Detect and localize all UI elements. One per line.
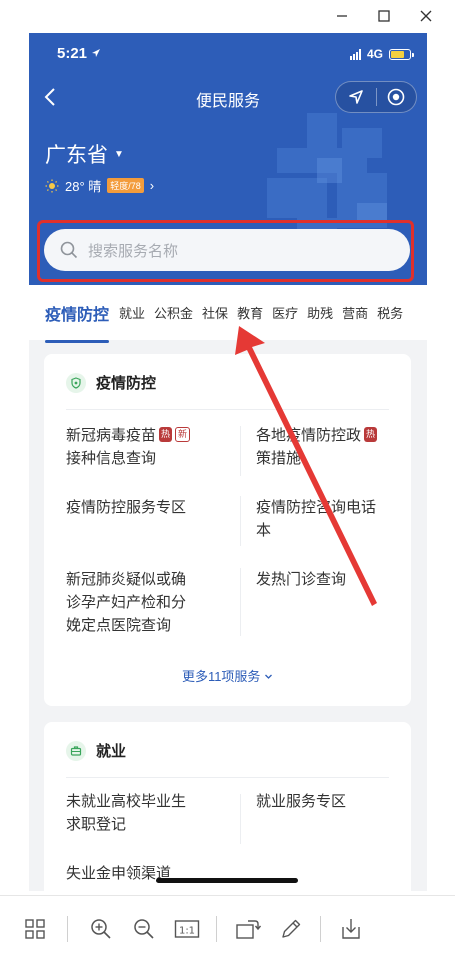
phone-screen: 5:21 4G 便民服务 广东省 ▼ 28° 晴 轻度/78 › 搜索服务名称 … (29, 33, 427, 891)
weather-info[interactable]: 28° 晴 轻度/78 › (45, 176, 154, 195)
thumbnail-grid-button[interactable] (22, 916, 48, 942)
aqi-badge: 轻度/78 (107, 178, 144, 193)
actual-size-button[interactable]: 1:1 (174, 916, 200, 942)
minimize-icon (337, 15, 347, 17)
chevron-down-icon (265, 674, 273, 679)
header-banner: 5:21 4G 便民服务 广东省 ▼ 28° 晴 轻度/78 › 搜索服务名称 (29, 33, 427, 285)
maximize-icon (378, 10, 390, 22)
tab-tax[interactable]: 税务 (377, 303, 412, 322)
search-placeholder: 搜索服务名称 (88, 242, 179, 260)
maximize-button[interactable] (363, 0, 405, 32)
tab-housing-fund[interactable]: 公积金 (154, 303, 202, 322)
service-graduate-registration[interactable]: 未就业高校毕业生 求职登记 (66, 790, 186, 836)
search-icon (60, 241, 78, 259)
sun-icon (45, 179, 59, 192)
service-local-policies[interactable]: 各地疫情防控政热 策措施 (256, 424, 378, 470)
tab-social-security[interactable]: 社保 (202, 303, 237, 322)
rotate-icon (236, 920, 261, 939)
edit-icon (282, 919, 301, 938)
tab-medical[interactable]: 医疗 (272, 303, 307, 322)
svg-text:1:1: 1:1 (179, 926, 195, 937)
zoom-out-button[interactable] (131, 916, 157, 942)
card-header: 就业 (66, 740, 126, 761)
viewer-toolbar: 1:1 (0, 895, 455, 973)
target-icon (387, 88, 405, 106)
caret-down-icon: ▼ (114, 148, 124, 160)
tab-business[interactable]: 营商 (342, 303, 377, 322)
window-controls (321, 0, 455, 32)
zoom-in-button[interactable] (88, 916, 114, 942)
minimize-button[interactable] (321, 0, 363, 32)
more-services-link[interactable]: 更多11项服务 (44, 666, 411, 685)
region-name: 广东省 (45, 144, 108, 167)
category-tabs: 疫情防控 就业 公积金 社保 教育 医疗 助残 营商 税务 (29, 285, 427, 343)
card-header: 疫情防控 (66, 372, 156, 393)
service-fever-clinic[interactable]: 发热门诊查询 (256, 568, 346, 591)
zoom-out-icon (134, 919, 154, 939)
weather-temp: 28° 晴 (65, 179, 102, 194)
tab-disability[interactable]: 助残 (307, 303, 342, 322)
location-arrow-icon (92, 49, 101, 57)
miniapp-capsule (335, 81, 417, 113)
location-button[interactable] (336, 82, 376, 112)
service-employment-zone[interactable]: 就业服务专区 (256, 790, 346, 813)
grid-icon (25, 919, 45, 939)
edit-button[interactable] (278, 916, 304, 942)
status-indicators: 4G (349, 47, 414, 61)
status-time: 5:21 (57, 45, 101, 62)
tab-epidemic[interactable]: 疫情防控 (45, 301, 119, 343)
card-title: 疫情防控 (96, 375, 157, 392)
signal-icon (349, 48, 361, 60)
download-button[interactable] (338, 916, 364, 942)
download-icon (342, 919, 360, 939)
service-epidemic-zone[interactable]: 疫情防控服务专区 (66, 496, 186, 519)
battery-icon (389, 48, 414, 60)
service-vaccine-info[interactable]: 新冠病毒疫苗热新 接种信息查询 (66, 424, 191, 470)
close-button[interactable] (405, 0, 447, 32)
search-input[interactable]: 搜索服务名称 (44, 229, 410, 271)
region-selector[interactable]: 广东省 ▼ (45, 139, 124, 169)
new-badge: 新 (175, 427, 191, 442)
hot-badge: 热 (159, 427, 173, 442)
actual-size-icon: 1:1 (174, 920, 200, 938)
navigation-icon (348, 90, 363, 104)
rotate-button[interactable] (235, 916, 261, 942)
tab-education[interactable]: 教育 (237, 303, 272, 322)
chevron-right-icon: › (149, 178, 155, 193)
tab-employment[interactable]: 就业 (119, 303, 154, 322)
zoom-in-icon (91, 919, 111, 939)
card-title: 就业 (96, 743, 127, 760)
home-indicator (156, 878, 298, 883)
status-bar: 5:21 4G (29, 45, 427, 67)
shield-icon (66, 372, 86, 393)
service-maternal-hospital[interactable]: 新冠肺炎疑似或确 诊孕产妇产检和分 娩定点医院查询 (66, 568, 186, 637)
hot-badge: 热 (364, 427, 378, 442)
network-label: 4G (366, 47, 383, 61)
navbar: 便民服务 (29, 79, 427, 115)
service-hotline-book[interactable]: 疫情防控咨询电话 本 (256, 496, 376, 542)
close-icon (420, 10, 432, 22)
employment-card: 就业 未就业高校毕业生 求职登记 就业服务专区 失业金申领渠道 (44, 722, 411, 891)
close-miniapp-button[interactable] (377, 82, 417, 112)
briefcase-icon (66, 740, 86, 761)
epidemic-card: 疫情防控 新冠病毒疫苗热新 接种信息查询 各地疫情防控政热 策措施 疫情防控服务… (44, 354, 411, 706)
